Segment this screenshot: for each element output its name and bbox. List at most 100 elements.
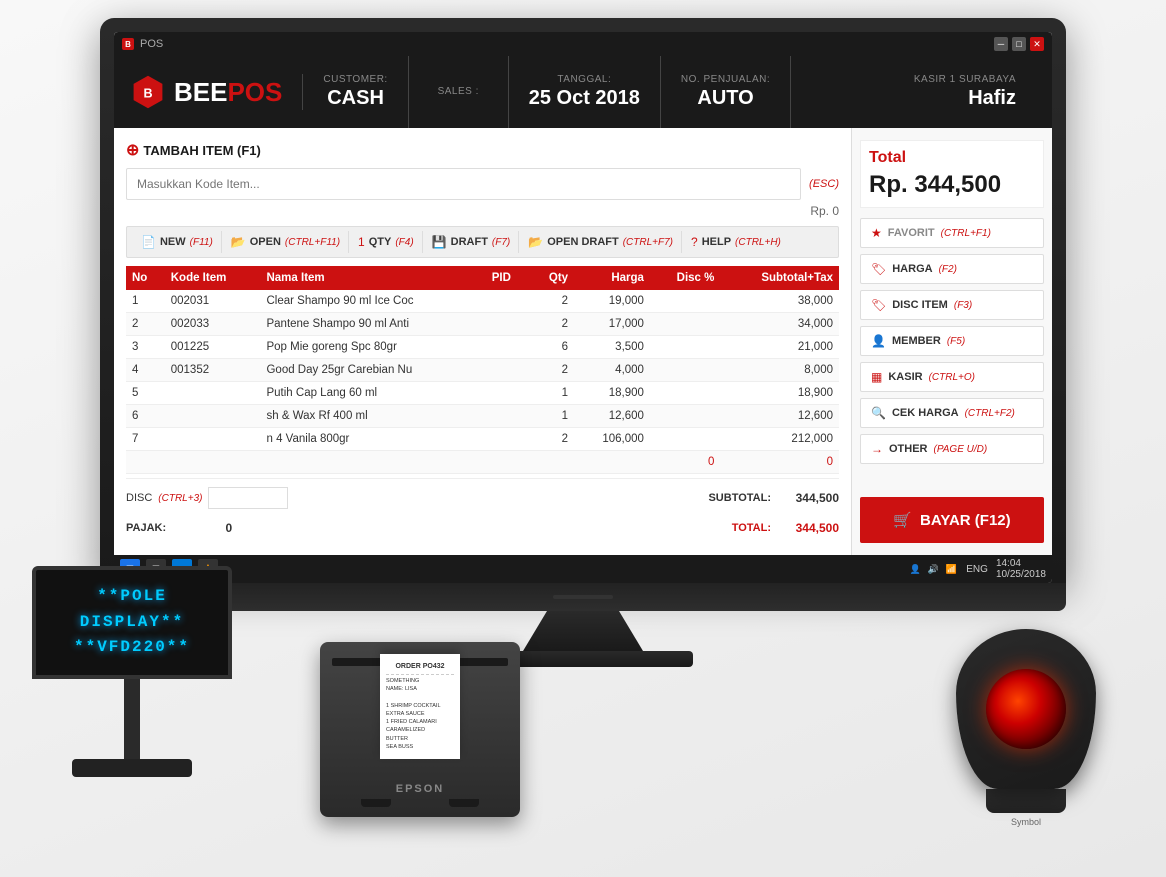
table-row: 7 n 4 Vanila 800gr 2 106,000 212,000: [126, 428, 839, 451]
monitor-chin: [100, 583, 1066, 611]
rp-value: Rp. 0: [126, 204, 839, 218]
kasir-button[interactable]: ▦ KASIR (CTRL+O): [860, 362, 1044, 392]
cell-pid: [486, 336, 530, 359]
cell-subtotal: 34,000: [720, 313, 839, 336]
new-button[interactable]: 📄 NEW (F11): [133, 231, 222, 253]
search-input[interactable]: [126, 168, 801, 200]
pole-screen: **POLE DISPLAY** **VFD220**: [32, 566, 232, 679]
cell-no: 1: [126, 290, 165, 313]
cell-qty: 2: [530, 290, 574, 313]
open-draft-button[interactable]: 📂 OPEN DRAFT (CTRL+F7): [520, 231, 682, 253]
no-penjualan-value: AUTO: [697, 87, 753, 110]
printer-foot-left: [361, 799, 391, 807]
cell-no: 3: [126, 336, 165, 359]
open-button[interactable]: 📂 OPEN (CTRL+F11): [223, 231, 349, 253]
cell-kode: [165, 428, 261, 451]
total-label: TOTAL:: [732, 522, 771, 534]
cell-harga: 17,000: [574, 313, 650, 336]
cell-qty: 2: [530, 313, 574, 336]
cell-qty: 6: [530, 336, 574, 359]
table-row: 5 Putih Cap Lang 60 ml 1 18,900 18,900: [126, 382, 839, 405]
monitor-stand: [523, 611, 643, 651]
kasir-field: Kasir 1 Surabaya Hafiz: [894, 56, 1036, 128]
cell-no: 4: [126, 359, 165, 382]
cell-no: 2: [126, 313, 165, 336]
pole-base: [72, 759, 192, 777]
cell-harga: 18,900: [574, 382, 650, 405]
cek-harga-icon: 🔍: [871, 406, 886, 420]
qty-button[interactable]: 1 QTY (F4): [350, 231, 423, 253]
right-panel: Total Rp. 344,500 ★ FAVORIT (CTRL+F1) 🏷 …: [852, 128, 1052, 555]
pajak-group: PAJAK: 0: [126, 521, 232, 535]
cek-harga-button[interactable]: 🔍 CEK HARGA (CTRL+F2): [860, 398, 1044, 428]
volume-icon: 📶: [944, 562, 958, 576]
cell-pid: [486, 290, 530, 313]
new-icon: 📄: [141, 235, 156, 249]
cell-subtotal: 212,000: [720, 428, 839, 451]
pajak-value: 0: [172, 521, 232, 535]
printer-body: ORDER PO432 SOMETHING NAME: LISA 1 SHRIM…: [320, 642, 520, 817]
cell-harga: [574, 451, 650, 474]
subtotal-value: 344,500: [779, 491, 839, 505]
cell-pid: [486, 405, 530, 428]
cell-no: 5: [126, 382, 165, 405]
pole-line1: **POLE DISPLAY**: [46, 584, 218, 635]
col-subtotal: Subtotal+Tax: [720, 266, 839, 290]
disc-group: DISC (CTRL+3): [126, 487, 288, 509]
barcode-scanner: Symbol: [936, 629, 1116, 827]
col-harga: Harga: [574, 266, 650, 290]
cell-kode: 001352: [165, 359, 261, 382]
app-title: POS: [140, 38, 163, 50]
draft-icon: 💾: [432, 235, 447, 249]
other-icon: →: [871, 442, 883, 456]
cell-disc: 0: [650, 451, 720, 474]
taskbar-clock: 14:04 10/25/2018: [996, 558, 1046, 580]
disc-key: (CTRL+3): [158, 493, 202, 504]
add-item-button[interactable]: ⊕ TAMBAH ITEM (F1): [126, 140, 261, 160]
star-icon: ★: [871, 226, 882, 240]
cell-subtotal: 21,000: [720, 336, 839, 359]
col-pid: PID: [486, 266, 530, 290]
disc-input[interactable]: [208, 487, 288, 509]
scanner-body: [956, 629, 1096, 789]
subtotal-label: SUBTOTAL:: [708, 492, 771, 504]
cell-harga: 19,000: [574, 290, 650, 313]
logo-area: B BEEPOS: [130, 74, 303, 110]
harga-icon: 🏷: [871, 262, 886, 276]
help-icon: ?: [691, 235, 698, 249]
receipt-paper: ORDER PO432 SOMETHING NAME: LISA 1 SHRIM…: [380, 654, 460, 759]
cell-nama: Pantene Shampo 90 ml Anti: [260, 313, 485, 336]
cell-pid: [486, 359, 530, 382]
printer-feet: [332, 799, 508, 807]
disc-item-button[interactable]: 🏷 DISC ITEM (F3): [860, 290, 1044, 320]
cell-pid: [486, 451, 530, 474]
tanggal-field: TANGGAL: 25 Oct 2018: [509, 56, 661, 128]
cell-no: 7: [126, 428, 165, 451]
cell-subtotal: 18,900: [720, 382, 839, 405]
col-disc: Disc %: [650, 266, 720, 290]
member-button[interactable]: 👤 MEMBER (F5): [860, 326, 1044, 356]
cell-qty: [530, 451, 574, 474]
disc-icon: 🏷: [871, 298, 886, 312]
maximize-button[interactable]: □: [1012, 37, 1026, 51]
favorit-button[interactable]: ★ FAVORIT (CTRL+F1): [860, 218, 1044, 248]
printer-brand: EPSON: [332, 783, 508, 795]
add-item-bar: ⊕ TAMBAH ITEM (F1): [126, 140, 839, 160]
table-row: 4 001352 Good Day 25gr Carebian Nu 2 4,0…: [126, 359, 839, 382]
other-button[interactable]: → OTHER (PAGE U/D): [860, 434, 1044, 464]
printer: ORDER PO432 SOMETHING NAME: LISA 1 SHRIM…: [320, 642, 520, 817]
col-no: No: [126, 266, 165, 290]
open-draft-icon: 📂: [528, 235, 543, 249]
pole-display: **POLE DISPLAY** **VFD220**: [32, 566, 232, 777]
brand-name: BEEPOS: [174, 77, 282, 108]
cell-subtotal: 12,600: [720, 405, 839, 428]
title-bar: B POS ─ □ ✕: [114, 32, 1052, 56]
cell-disc: [650, 313, 720, 336]
draft-button[interactable]: 💾 DRAFT (F7): [424, 231, 520, 253]
close-button[interactable]: ✕: [1030, 37, 1044, 51]
help-button[interactable]: ? HELP (CTRL+H): [683, 231, 789, 253]
tanggal-label: TANGGAL:: [557, 74, 611, 85]
pay-button[interactable]: 🛒 BAYAR (F12): [860, 497, 1044, 543]
harga-button[interactable]: 🏷 HARGA (F2): [860, 254, 1044, 284]
minimize-button[interactable]: ─: [994, 37, 1008, 51]
